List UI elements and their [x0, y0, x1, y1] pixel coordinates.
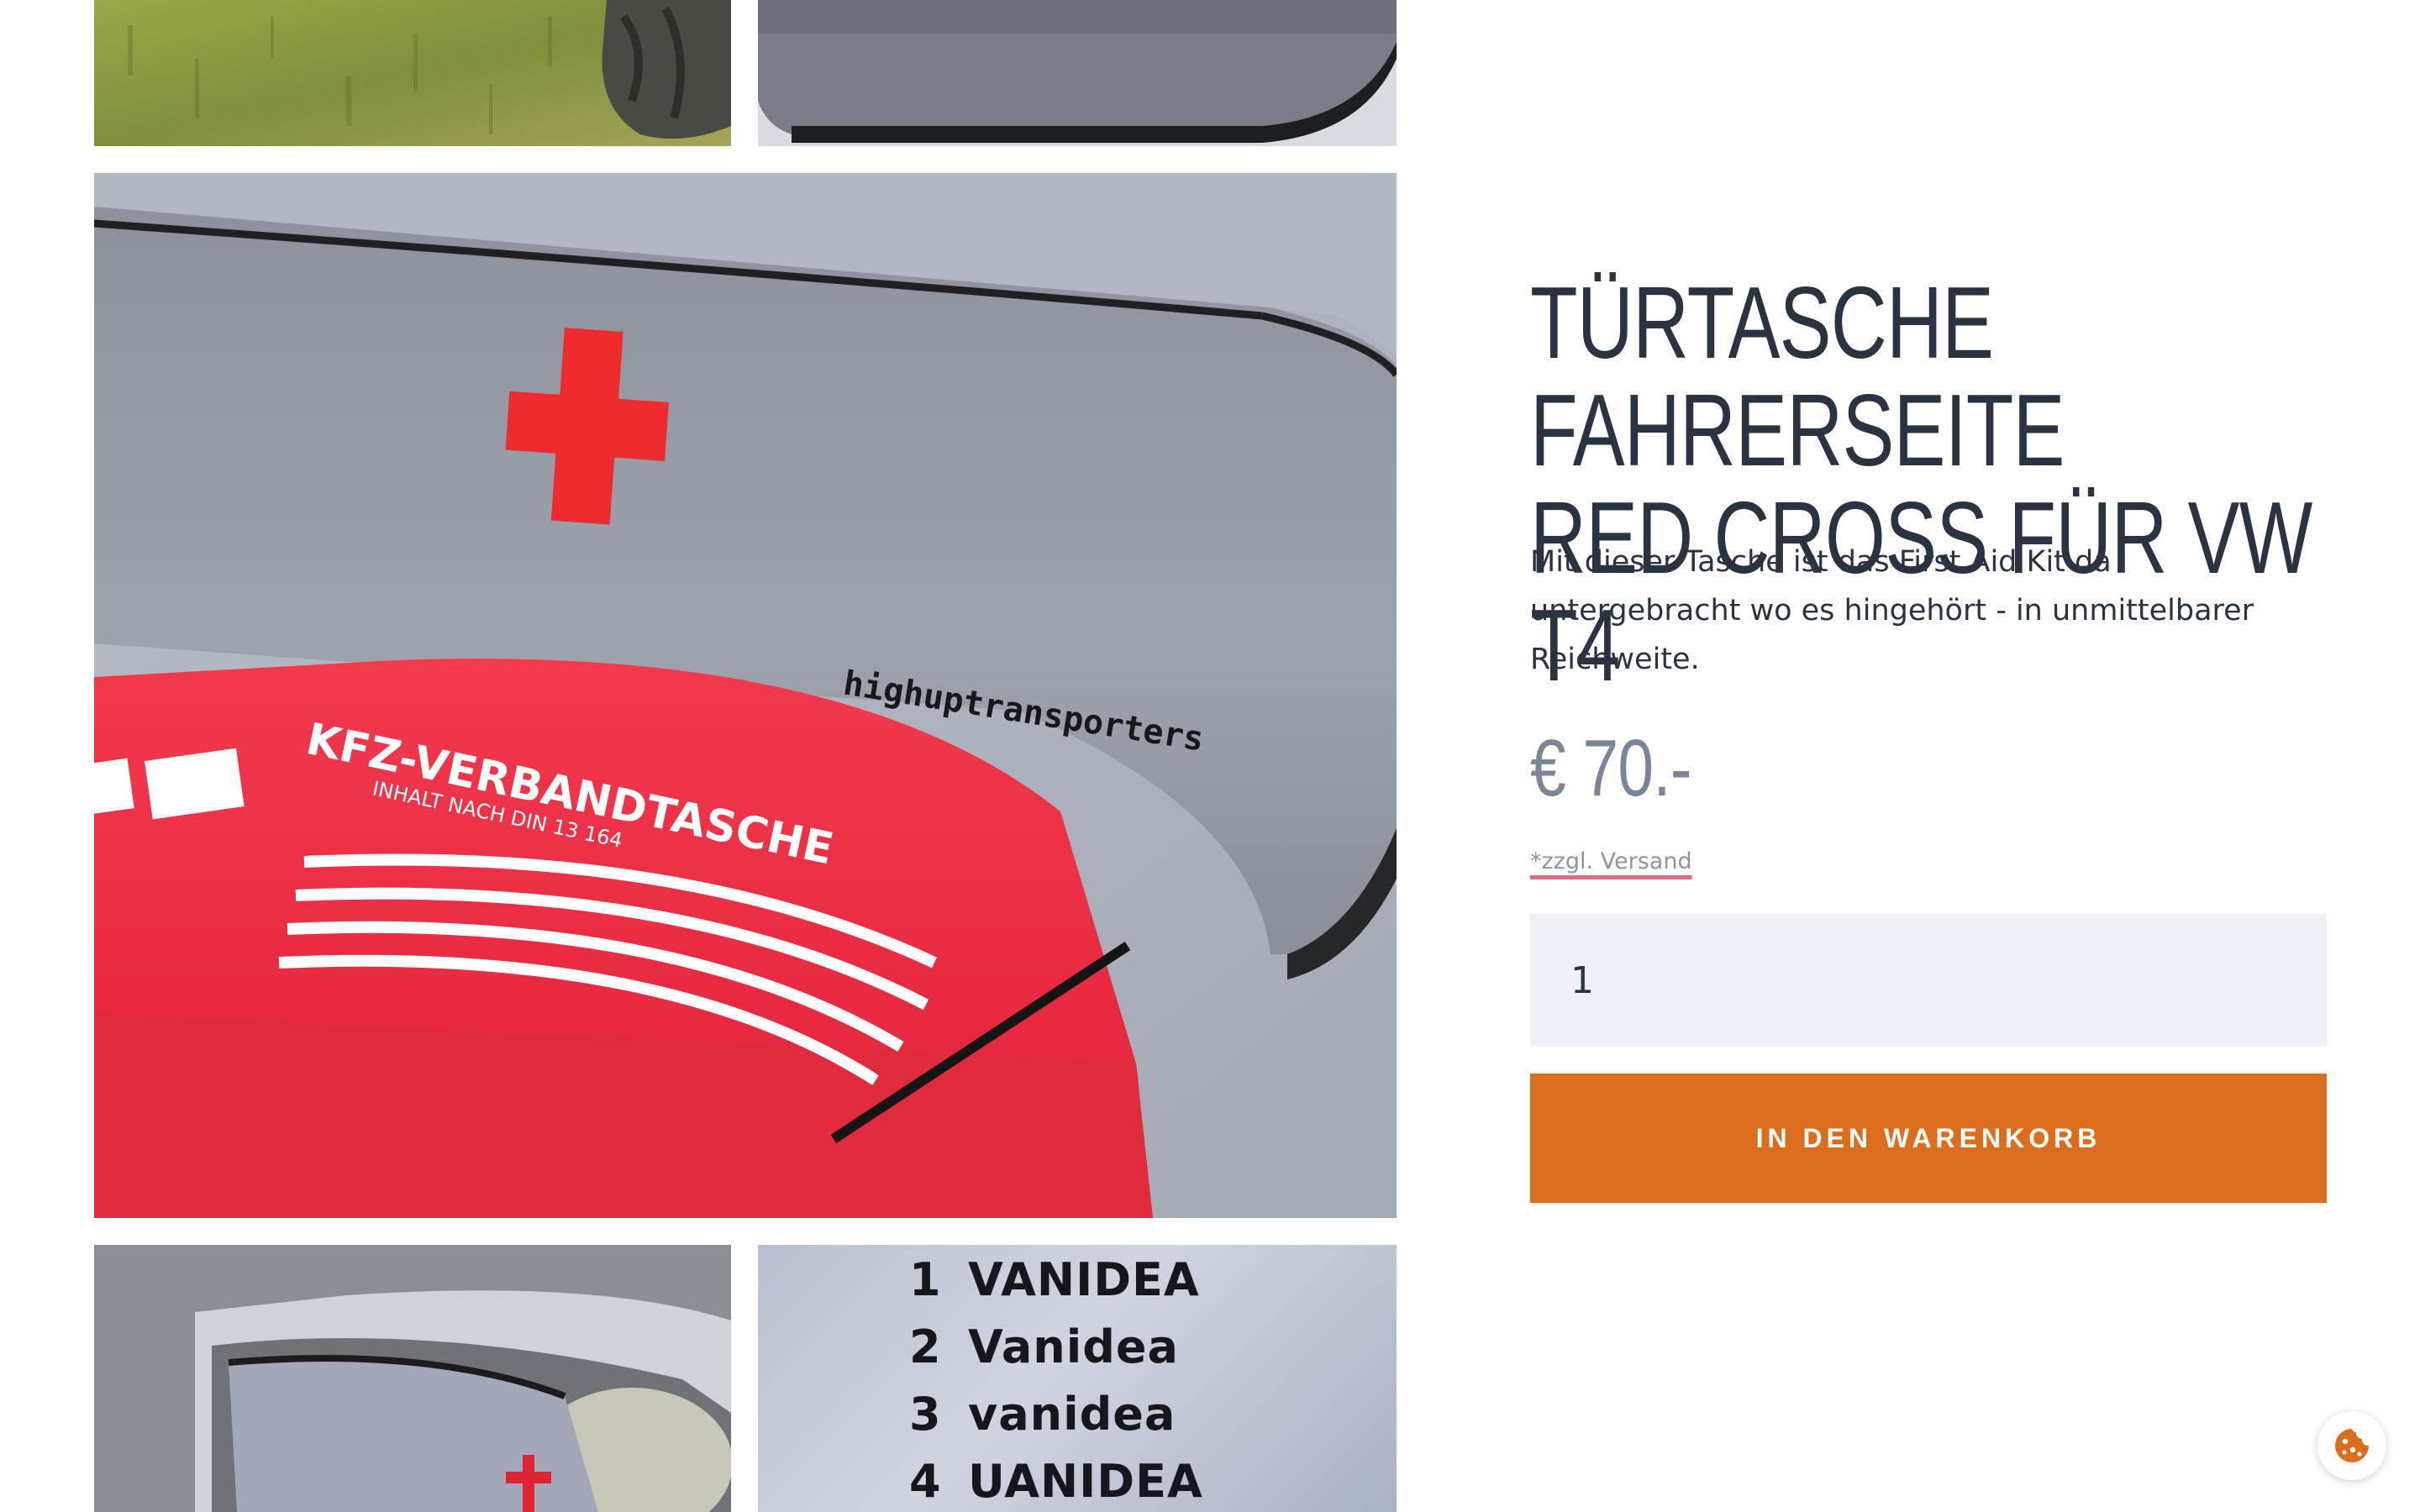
gallery-image-grey-bag-top[interactable] [758, 0, 1397, 146]
cookie-icon [2335, 1429, 2369, 1462]
shipping-note-link[interactable]: *zzgl. Versand [1530, 848, 1692, 874]
embroidery-line: 2 Vanidea [909, 1320, 1179, 1373]
cookie-settings-button[interactable] [2317, 1411, 2386, 1480]
product-description: Mit dieser Tasche ist das First Aid Kit … [1530, 545, 2254, 676]
product-title-line1: Türtasche Fahrerseite [1530, 265, 2065, 487]
product-price: € 70.- [1530, 723, 1691, 813]
quantity-input[interactable] [1530, 914, 2327, 1047]
gallery-image-wheel-grass[interactable] [94, 0, 731, 146]
embroidery-line: 3 vanidea [909, 1388, 1176, 1441]
gallery-image-seat[interactable] [94, 1245, 731, 1512]
gallery-image-embroidery-options[interactable]: 1 VANIDEA 2 Vanidea 3 vanidea 4 UANIDEA [758, 1245, 1397, 1512]
embroidery-line: 1 VANIDEA [909, 1253, 1200, 1306]
gallery-image-main[interactable]: KFZ-VERBANDTASCHE INHALT NACH DIN 13 164… [94, 173, 1397, 1218]
add-to-cart-button[interactable]: In den Warenkorb [1530, 1074, 2327, 1203]
product-panel: Türtasche Fahrerseite Red Cross für VW T… [1530, 269, 2327, 1203]
embroidery-line: 4 UANIDEA [909, 1455, 1203, 1508]
embroidery-sample: 1 VANIDEA 2 Vanidea 3 vanidea 4 UANIDEA [758, 1245, 1397, 1512]
